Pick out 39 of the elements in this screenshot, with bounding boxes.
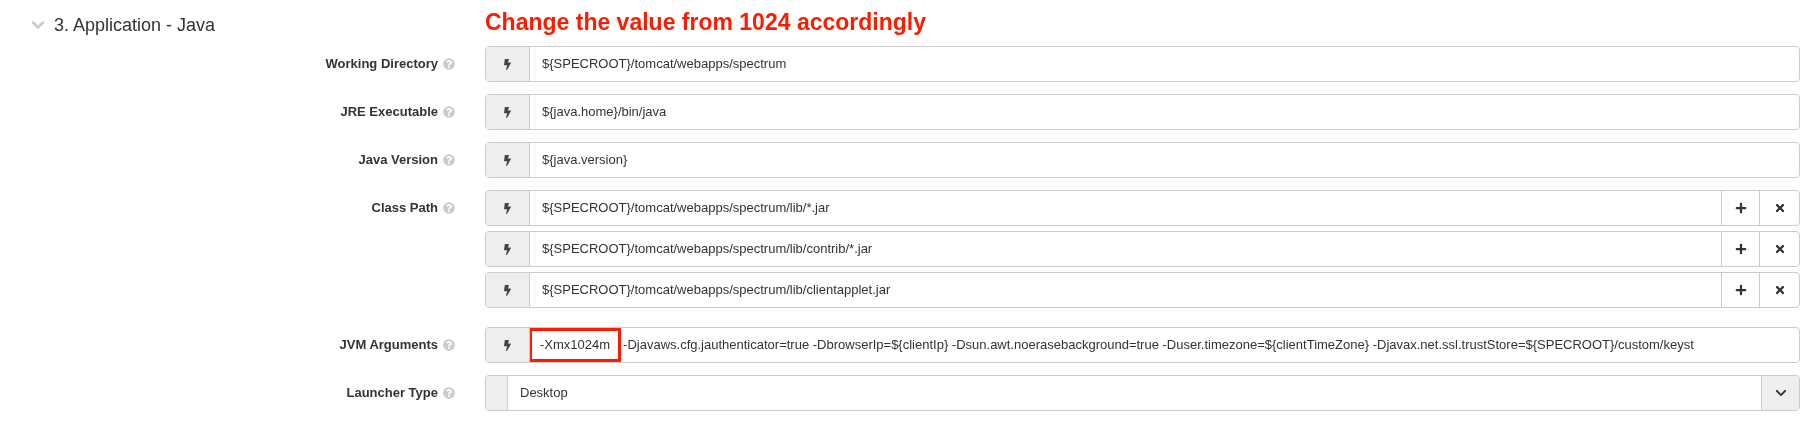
plus-icon xyxy=(1734,243,1747,255)
bolt-button[interactable] xyxy=(486,232,530,266)
input-field[interactable]: ${java.home}/bin/java xyxy=(530,102,679,122)
bolt-icon xyxy=(502,58,513,70)
bolt-button[interactable] xyxy=(486,95,530,129)
input-field[interactable]: ${java.version} xyxy=(530,150,640,170)
select-value: Desktop xyxy=(519,384,569,403)
help-icon xyxy=(443,202,455,214)
field-label: Class Path xyxy=(371,199,438,218)
field-label: Java Version xyxy=(358,151,438,170)
field-label: Working Directory xyxy=(325,55,438,74)
input-addon xyxy=(486,376,508,410)
input-field[interactable]: ${SPECROOT}/tomcat/webapps/spectrum xyxy=(530,54,799,74)
help-icon xyxy=(443,106,455,118)
bolt-icon xyxy=(502,154,513,166)
select-field[interactable]: Desktop xyxy=(485,375,1800,411)
plus-icon xyxy=(1734,202,1747,214)
bolt-button[interactable] xyxy=(486,47,530,81)
bolt-icon xyxy=(502,106,513,118)
help-icon xyxy=(443,154,455,166)
bolt-button[interactable] xyxy=(486,273,530,307)
section-title[interactable]: 3. Application - Java xyxy=(54,11,216,39)
plus-icon xyxy=(1734,284,1747,296)
bolt-button[interactable] xyxy=(486,191,530,225)
field-label: JRE Executable xyxy=(340,103,438,122)
close-icon xyxy=(1773,284,1786,296)
bolt-icon xyxy=(502,284,513,296)
help-icon xyxy=(443,339,455,351)
bolt-button[interactable] xyxy=(486,143,530,177)
annotation-text: Change the value from 1024 accordingly xyxy=(485,7,926,37)
field-label: Launcher Type xyxy=(346,384,438,403)
bolt-icon xyxy=(502,243,513,255)
help-icon xyxy=(443,58,455,70)
field-label: JVM Arguments xyxy=(339,336,438,355)
close-icon xyxy=(1773,243,1786,255)
close-icon xyxy=(1773,202,1786,214)
help-icon xyxy=(443,387,455,399)
bolt-icon xyxy=(502,202,513,214)
chevron-down-icon xyxy=(1774,387,1787,399)
